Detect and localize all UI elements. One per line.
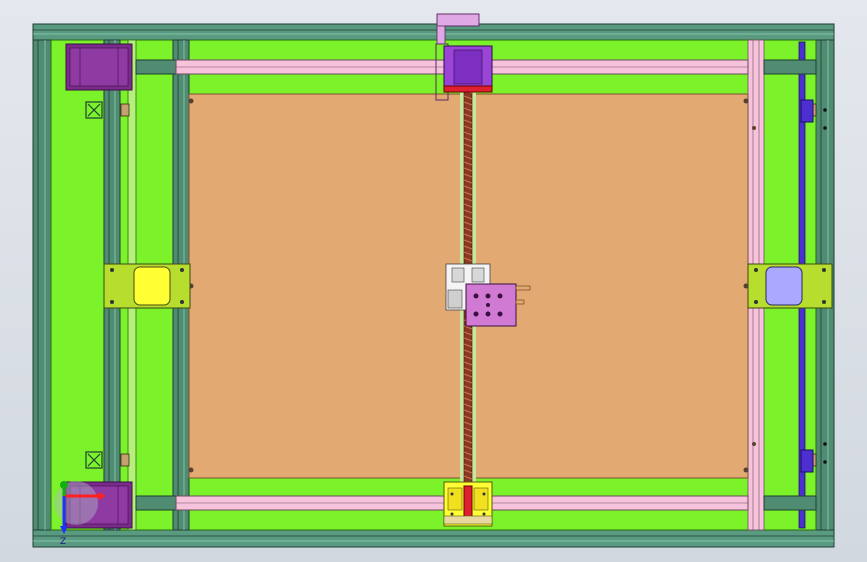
frame-left-rail: [32, 39, 52, 531]
y-carriage-left[interactable]: [103, 263, 191, 309]
stepper-motor-icon[interactable]: [65, 43, 133, 91]
frame-top-rail: [32, 23, 835, 41]
z-axis-label: Z: [60, 537, 66, 547]
frame-bottom-rail: [32, 529, 835, 548]
y-carriage-right[interactable]: [747, 263, 833, 309]
cnc-router-top-view[interactable]: Z: [0, 0, 867, 562]
x-carriage-bottom[interactable]: [443, 481, 493, 527]
cad-viewport[interactable]: Z: [0, 0, 867, 562]
